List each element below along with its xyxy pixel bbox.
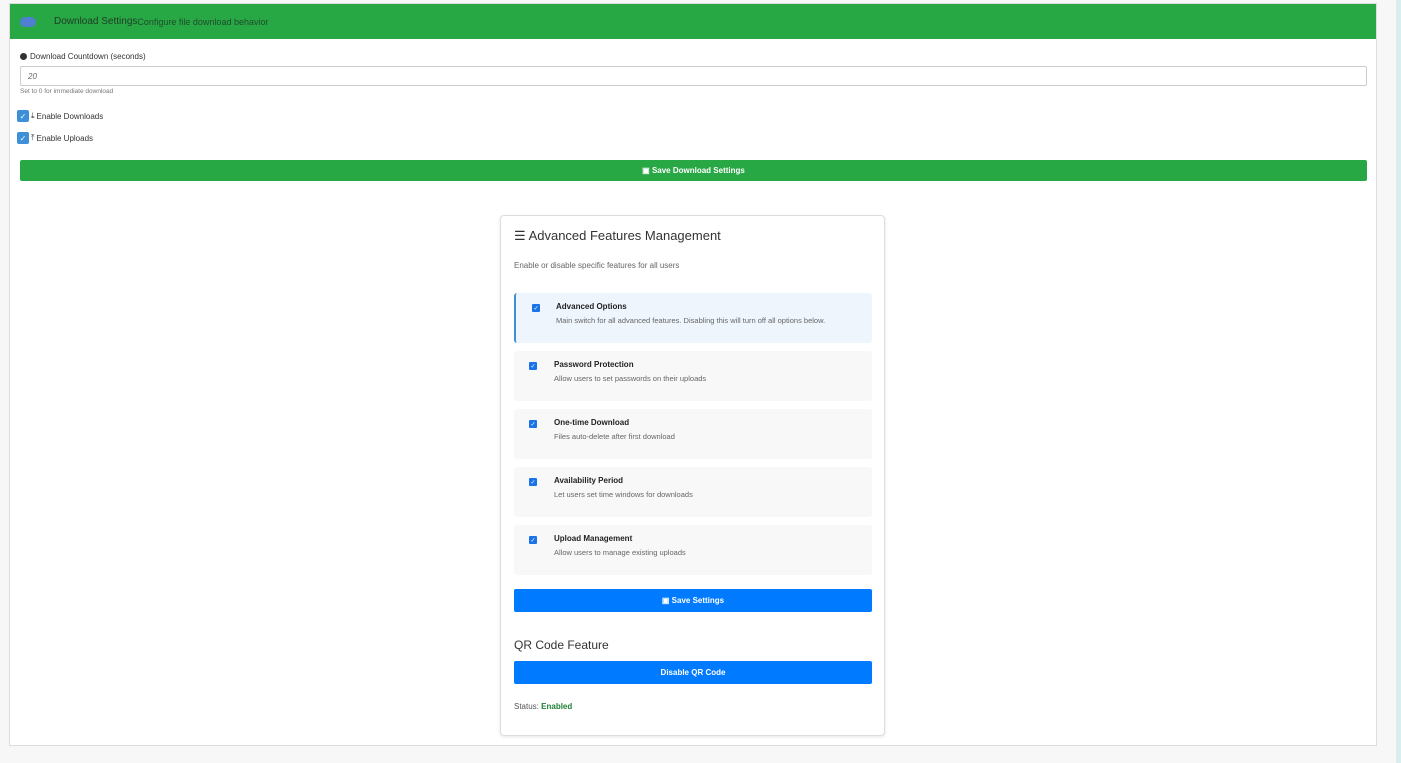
- advanced-subtitle: Enable or disable specific features for …: [514, 261, 680, 270]
- save-download-label: Save Download Settings: [651, 166, 745, 175]
- card-header: Download Settings Configure file downloa…: [10, 4, 1376, 39]
- enable-downloads-checkbox[interactable]: ✓ ⤓ Enable Downloads: [17, 110, 103, 122]
- right-edge: [1396, 0, 1401, 763]
- one-time-download-checkbox[interactable]: ✓: [529, 420, 537, 428]
- status-label: Status:: [514, 702, 539, 711]
- download-icon: ⤓: [31, 111, 35, 120]
- sliders-icon: ☰: [514, 228, 529, 243]
- advanced-features-card: ☰ Advanced Features Management Enable or…: [500, 215, 885, 736]
- check-icon: ✓: [17, 110, 29, 122]
- advanced-title: ☰ Advanced Features Management: [514, 228, 721, 244]
- upload-icon: ⤒: [31, 133, 35, 142]
- qr-status: Status: Enabled: [514, 702, 572, 711]
- feature-name: Availability Period: [554, 476, 624, 485]
- feature-name: Advanced Options: [556, 302, 627, 311]
- status-value: Enabled: [541, 702, 573, 711]
- save-settings-label: Save Settings: [671, 596, 725, 605]
- header-title: Download Settings: [54, 16, 138, 27]
- clock-icon: [20, 53, 27, 60]
- advanced-options-checkbox[interactable]: ✓: [532, 304, 540, 312]
- feature-password-protection: ✓ Password Protection Allow users to set p…: [514, 351, 872, 401]
- enable-uploads-checkbox[interactable]: ✓ ⤒ Enable Uploads: [17, 132, 93, 144]
- upload-management-checkbox[interactable]: ✓: [529, 536, 537, 544]
- feature-one-time-download: ✓ One-time Download Files auto-delete afte…: [514, 409, 872, 459]
- feature-desc: Main switch for all advanced features. D…: [556, 316, 826, 325]
- feature-name: Password Protection: [554, 360, 634, 369]
- countdown-input[interactable]: 20: [20, 66, 1367, 86]
- header-subtitle: Configure file download behavior: [137, 16, 269, 27]
- enable-uploads-label: Enable Uploads: [36, 133, 94, 143]
- feature-name: Upload Management: [554, 534, 633, 543]
- feature-availability-period: ✓ Availability Period Let users set time w…: [514, 467, 872, 517]
- feature-desc: Files auto-delete after first download: [554, 432, 675, 441]
- advanced-title-text: Advanced Features Management: [528, 228, 721, 243]
- feature-advanced-options: ✓ Advanced Options Main switch for all adv…: [514, 293, 872, 343]
- feature-desc: Allow users to set passwords on their up…: [554, 374, 707, 383]
- availability-period-checkbox[interactable]: ✓: [529, 478, 537, 486]
- cloud-icon: [20, 16, 36, 27]
- enable-downloads-label: Enable Downloads: [36, 111, 104, 121]
- save-icon: ▣: [661, 596, 672, 605]
- feature-name: One-time Download: [554, 418, 630, 427]
- qr-title: QR Code Feature: [514, 638, 609, 652]
- save-settings-button[interactable]: ▣ Save Settings: [514, 589, 872, 612]
- feature-upload-management: ✓ Upload Management Allow users to manage …: [514, 525, 872, 575]
- password-protection-checkbox[interactable]: ✓: [529, 362, 537, 370]
- feature-desc: Let users set time windows for downloads: [554, 490, 693, 499]
- disable-qr-button[interactable]: Disable QR Code: [514, 661, 872, 684]
- countdown-help: Set to 0 for immediate download: [20, 88, 114, 95]
- check-icon: ✓: [17, 132, 29, 144]
- save-icon: ▣: [642, 166, 652, 175]
- feature-desc: Allow users to manage existing uploads: [554, 548, 686, 557]
- save-download-settings-button[interactable]: ▣ Save Download Settings: [20, 160, 1367, 181]
- countdown-label: Download Countdown (seconds): [30, 52, 146, 61]
